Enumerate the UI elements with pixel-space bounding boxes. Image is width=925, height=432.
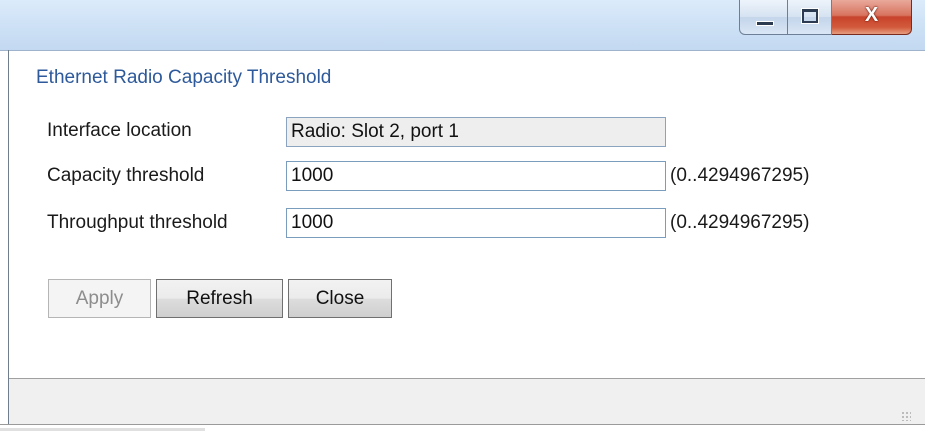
- title-bar[interactable]: X: [0, 0, 925, 51]
- interface-location-label: Interface location: [47, 120, 192, 141]
- throughput-threshold-input[interactable]: [286, 208, 666, 238]
- throughput-threshold-label: Throughput threshold: [47, 212, 228, 233]
- maximize-button[interactable]: [788, 0, 832, 35]
- close-window-button[interactable]: X: [832, 0, 912, 35]
- close-button[interactable]: Close: [288, 279, 392, 318]
- caption-buttons: X: [739, 0, 912, 36]
- capacity-threshold-input[interactable]: [286, 161, 666, 191]
- minimize-icon: [756, 21, 774, 26]
- capacity-threshold-range: (0..4294967295): [670, 165, 810, 186]
- refresh-button[interactable]: Refresh: [156, 279, 283, 318]
- resize-grip-icon[interactable]: [901, 411, 911, 421]
- status-bar: [9, 378, 925, 425]
- interface-location-field: [286, 117, 666, 147]
- minimize-button[interactable]: [739, 0, 788, 35]
- throughput-threshold-range: (0..4294967295): [670, 212, 810, 233]
- apply-button[interactable]: Apply: [48, 279, 151, 318]
- close-icon: X: [864, 4, 879, 26]
- dialog-window: X Ethernet Radio Capacity Threshold Inte…: [0, 0, 925, 432]
- maximize-icon: [802, 9, 818, 23]
- capacity-threshold-label: Capacity threshold: [47, 165, 205, 186]
- dialog-title: Ethernet Radio Capacity Threshold: [36, 67, 332, 88]
